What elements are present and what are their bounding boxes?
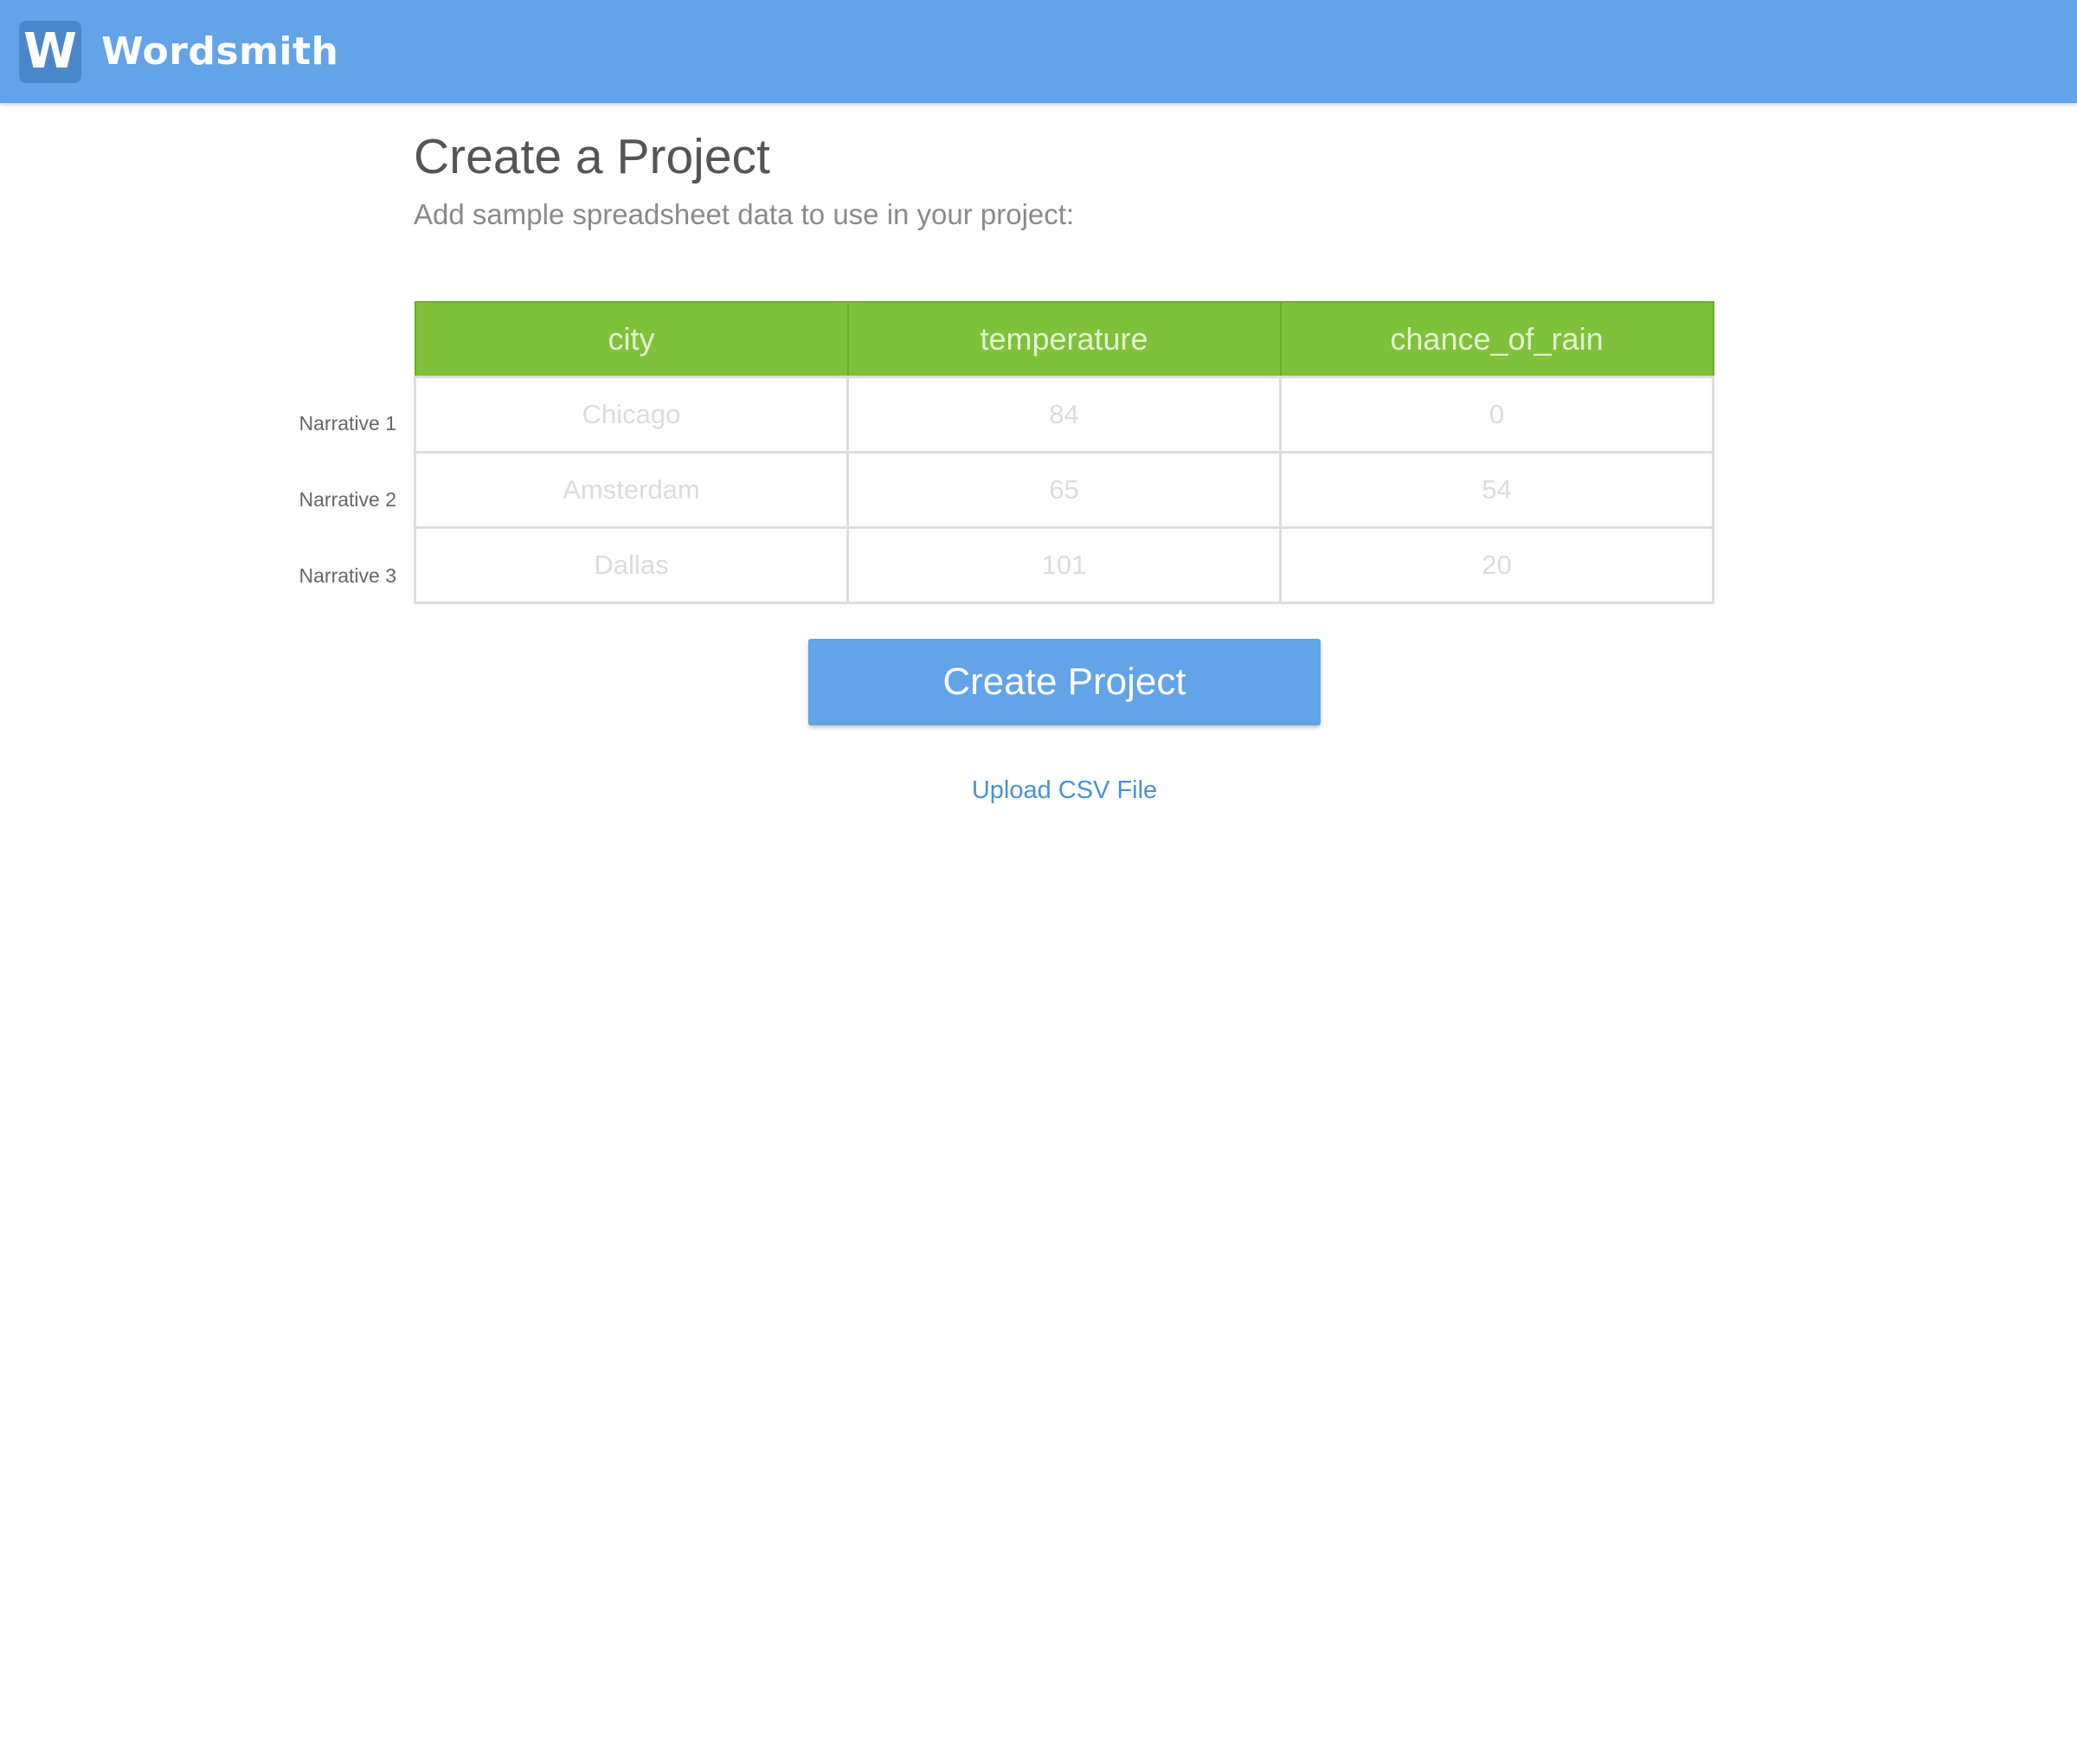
table-cell-chance-of-rain[interactable]: 0 [1279, 376, 1714, 454]
top-header: W Wordsmith [0, 0, 2077, 103]
column-header-temperature[interactable]: temperature [846, 301, 1282, 378]
table-cell-city[interactable]: Dallas [414, 526, 849, 604]
page-title: Create a Project [414, 129, 770, 184]
row-label-narrative-1: Narrative 1 [299, 412, 396, 435]
table-row: Chicago 84 0 [414, 376, 1714, 454]
wordsmith-logo-icon[interactable]: W [19, 21, 81, 83]
table-cell-temperature[interactable]: 65 [846, 451, 1282, 529]
column-header-chance-of-rain[interactable]: chance_of_rain [1279, 301, 1714, 378]
page-subtitle: Add sample spreadsheet data to use in yo… [414, 198, 1075, 230]
table-cell-city[interactable]: Chicago [414, 376, 849, 454]
table-header-row: city temperature chance_of_rain [414, 301, 1714, 378]
table-cell-city[interactable]: Amsterdam [414, 451, 849, 529]
table-cell-temperature[interactable]: 84 [846, 376, 1282, 454]
table-row: Amsterdam 65 54 [414, 451, 1714, 529]
row-label-narrative-3: Narrative 3 [299, 564, 396, 587]
brand-name[interactable]: Wordsmith [101, 26, 338, 78]
row-label-narrative-2: Narrative 2 [299, 488, 396, 511]
column-header-city[interactable]: city [414, 301, 849, 378]
table-cell-chance-of-rain[interactable]: 20 [1279, 526, 1714, 604]
table-row: Dallas 101 20 [414, 526, 1714, 604]
create-project-button[interactable]: Create Project [808, 639, 1321, 725]
upload-csv-link[interactable]: Upload CSV File [891, 773, 1238, 808]
table-cell-chance-of-rain[interactable]: 54 [1279, 451, 1714, 529]
table-cell-temperature[interactable]: 101 [846, 526, 1282, 604]
sample-data-table: city temperature chance_of_rain Chicago … [414, 301, 1714, 604]
